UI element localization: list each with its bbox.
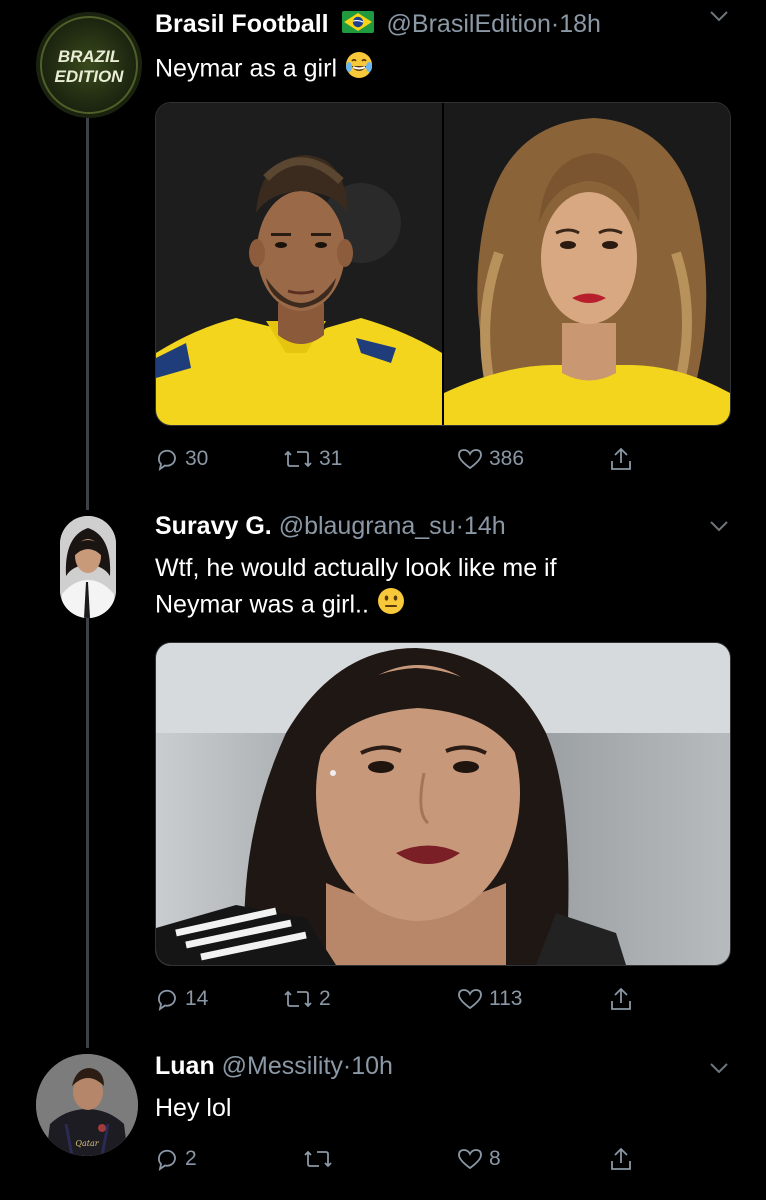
like-count: 386 — [489, 447, 525, 470]
tweet-header: Luan @Messility·10h — [155, 1052, 393, 1081]
reply-count: 2 — [185, 1147, 197, 1170]
tweet-text-line-2: Neymar was a girl.. — [155, 586, 557, 626]
like-count: 113 — [489, 987, 523, 1010]
tweet-text: Hey lol — [155, 1094, 232, 1122]
display-name[interactable]: Brasil Football — [155, 10, 329, 38]
tweet-actions: 2 8 — [155, 1142, 729, 1176]
reply-icon — [158, 449, 176, 471]
retweet-button[interactable]: 2 — [283, 982, 331, 1016]
timestamp[interactable]: 18h — [559, 10, 601, 38]
separator: · — [342, 1052, 352, 1080]
tweet-text: Wtf, he would actually look like me if N… — [155, 550, 557, 626]
retweet-count: 31 — [319, 447, 343, 470]
timestamp[interactable]: 10h — [351, 1052, 393, 1080]
separator: · — [550, 10, 560, 38]
handle[interactable]: @blaugrana_su — [279, 512, 456, 540]
brazil-edition-logo: BRAZIL EDITION — [40, 16, 138, 114]
tweet-media[interactable] — [155, 102, 731, 426]
tweet-actions: 14 2 113 — [155, 982, 729, 1016]
reply-count: 30 — [185, 447, 209, 470]
handle[interactable]: @Messility — [222, 1052, 343, 1080]
share-button[interactable] — [609, 442, 633, 476]
retweet-icon — [284, 990, 312, 1008]
timestamp[interactable]: 14h — [464, 512, 506, 540]
display-name[interactable]: Suravy G. — [155, 512, 272, 540]
tweet-suravy[interactable]: Suravy G. @blaugrana_su·14h Wtf, he woul… — [0, 510, 766, 1030]
tweet-luan[interactable]: Qatar Luan @Messility·10h Hey lol 2 8 — [0, 1048, 766, 1200]
avatar-text-line-2: EDITION — [55, 67, 125, 86]
heart-icon — [458, 449, 482, 470]
share-icon — [611, 447, 631, 470]
retweet-icon — [304, 1150, 332, 1168]
like-button[interactable]: 8 — [457, 1142, 501, 1176]
reply-button[interactable]: 14 — [155, 982, 208, 1016]
laughing-tears-emoji-icon — [344, 50, 374, 90]
reply-button[interactable]: 2 — [155, 1142, 197, 1176]
handle[interactable]: @BrasilEdition — [387, 10, 551, 38]
retweet-button[interactable]: 31 — [283, 442, 342, 476]
like-count: 8 — [489, 1147, 501, 1170]
share-button[interactable] — [609, 982, 633, 1016]
heart-icon — [458, 1149, 482, 1170]
reply-count: 14 — [185, 987, 209, 1010]
chevron-down-icon[interactable] — [708, 1060, 730, 1076]
like-button[interactable]: 386 — [457, 442, 524, 476]
tweet-text-content: Neymar as a girl — [155, 54, 344, 83]
avatar-photo — [60, 516, 116, 618]
share-icon — [611, 987, 631, 1010]
chevron-down-icon[interactable] — [708, 8, 730, 24]
separator: · — [455, 512, 464, 540]
photo-neymar[interactable] — [156, 103, 442, 425]
tweet-text-line-1: Wtf, he would actually look like me if — [155, 554, 557, 582]
chevron-down-icon[interactable] — [708, 518, 730, 534]
reply-icon — [158, 1149, 176, 1171]
share-button[interactable] — [609, 1142, 633, 1176]
heart-icon — [458, 989, 482, 1010]
retweet-button[interactable] — [303, 1142, 339, 1176]
brazil-flag-icon — [341, 10, 374, 40]
tweet-media[interactable] — [155, 642, 731, 966]
svg-text:Qatar: Qatar — [75, 1139, 99, 1148]
avatar-photo: Qatar — [36, 1054, 138, 1156]
display-name[interactable]: Luan — [155, 1052, 215, 1080]
tweet-actions: 30 31 386 — [155, 442, 729, 476]
neutral-face-emoji-icon — [376, 586, 406, 626]
retweet-icon — [284, 450, 312, 468]
tweet-header: Suravy G. @blaugrana_su·14h — [155, 512, 506, 541]
avatar-text-line-1: BRAZIL — [58, 47, 120, 66]
avatar-luan[interactable]: Qatar — [36, 1054, 138, 1156]
tweet-text-line-2-content: Neymar was a girl.. — [155, 590, 369, 619]
tweet-header: Brasil Football @BrasilEdition·18h — [155, 10, 601, 40]
retweet-count: 2 — [319, 987, 331, 1010]
like-button[interactable]: 113 — [457, 982, 522, 1016]
avatar-brasil-edition[interactable]: BRAZIL EDITION — [36, 12, 142, 118]
share-icon — [611, 1147, 631, 1170]
tweet-text: Neymar as a girl — [155, 50, 374, 90]
reply-button[interactable]: 30 — [155, 442, 208, 476]
tweet-brasil-football[interactable]: BRAZIL EDITION Brasil Football @BrasilEd… — [0, 0, 766, 500]
avatar-suravy[interactable] — [60, 516, 116, 618]
photo-female-version[interactable] — [444, 103, 730, 425]
photo-suravy-selfie[interactable] — [156, 643, 730, 965]
reply-icon — [158, 989, 176, 1011]
